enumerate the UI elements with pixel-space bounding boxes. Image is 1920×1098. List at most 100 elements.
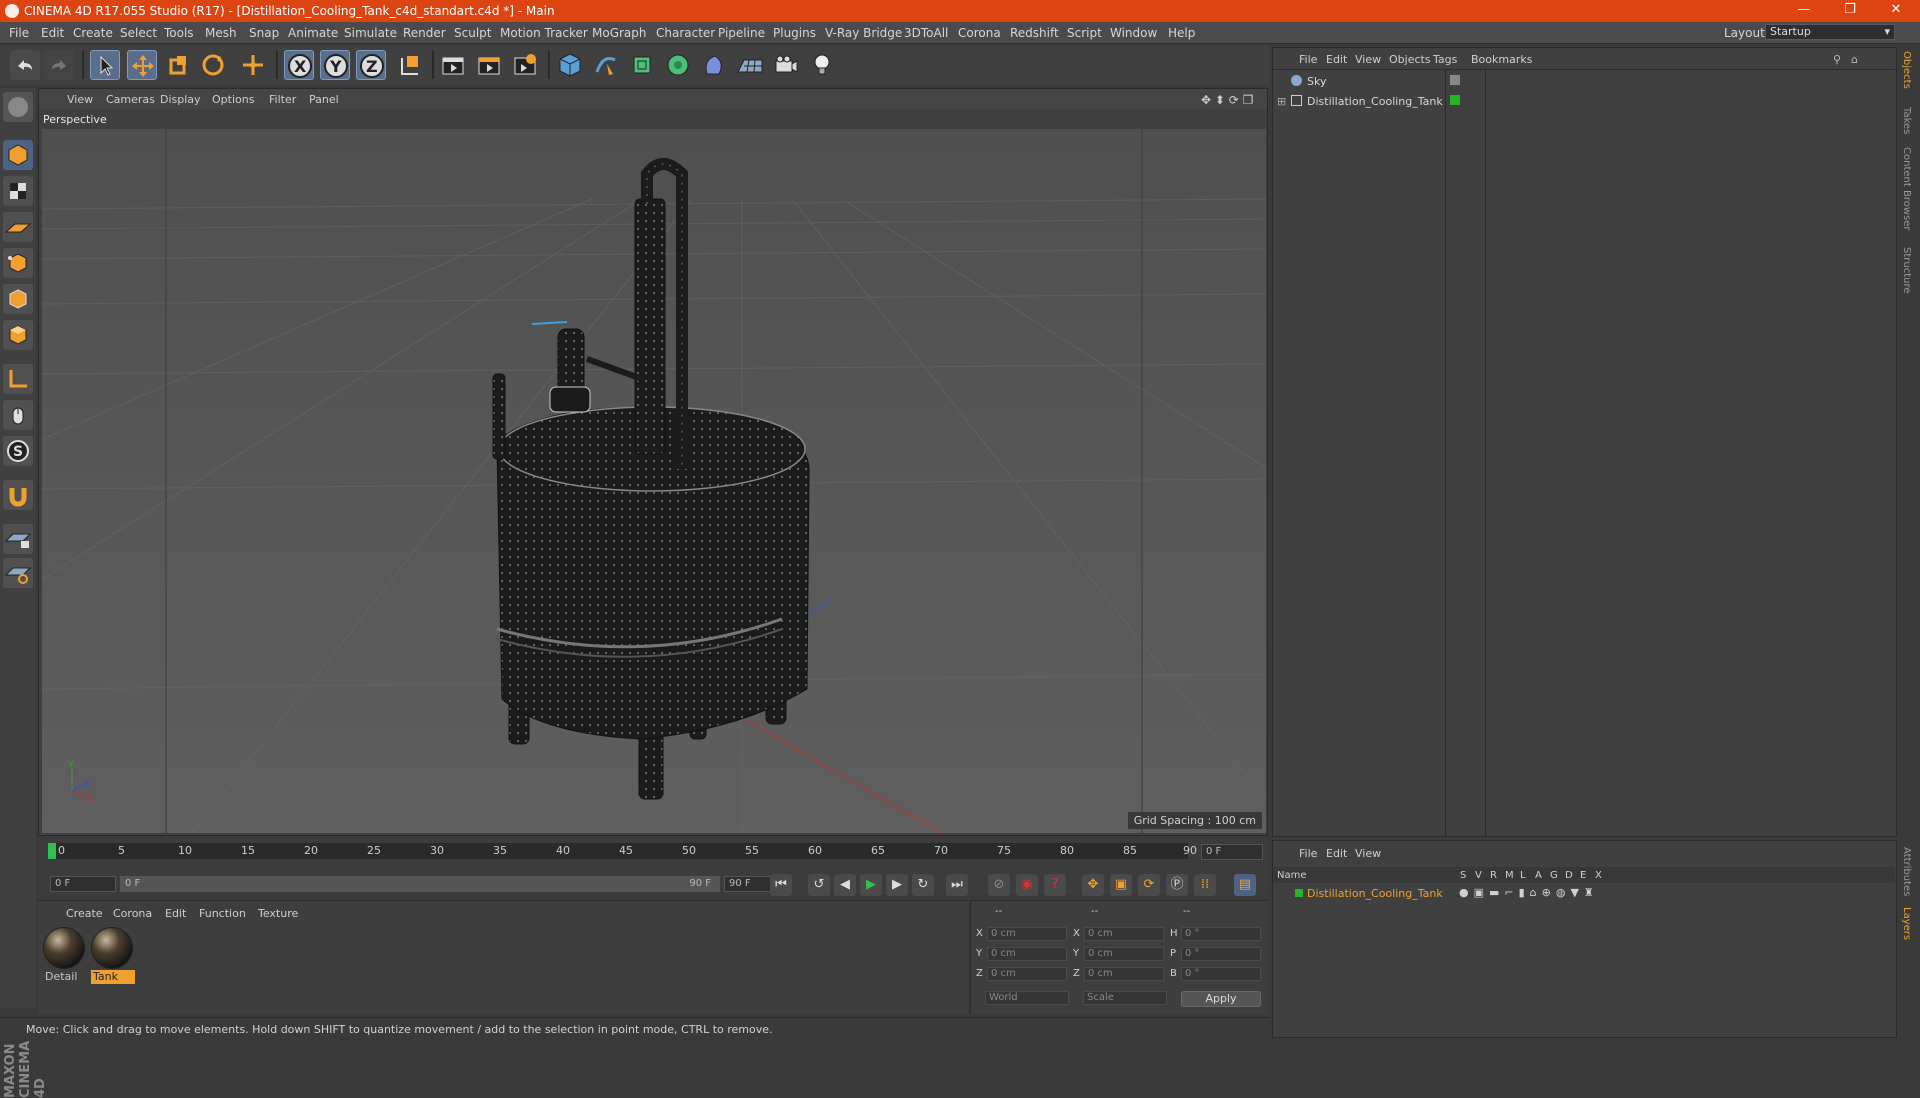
cube-primitive-icon[interactable] [555,50,585,80]
deformer-icon[interactable] [699,50,729,80]
render-view-icon[interactable] [438,50,468,80]
viewport-menu-display[interactable]: Display [160,93,201,106]
menu-character[interactable]: Character [656,26,715,40]
subdivision-surface-icon[interactable] [627,50,657,80]
light-bulb-icon[interactable] [807,50,837,80]
tab-structure[interactable]: Structure [1901,247,1912,294]
select-arrow-icon[interactable] [90,50,120,80]
menu-plugins[interactable]: Plugins [773,26,816,40]
material-menu-corona[interactable]: Corona [113,907,152,920]
position-z-field[interactable]: 0 cm [987,967,1067,981]
x-axis-lock-icon[interactable]: X [284,50,314,80]
camera-icon[interactable] [771,50,801,80]
next-key-icon[interactable]: ↻ [912,874,934,896]
record-keys-icon[interactable]: ⊘ [988,874,1010,896]
polygons-mode-icon[interactable] [3,320,33,350]
render-picture-viewer-icon[interactable] [474,50,504,80]
layout-dropdown[interactable]: Startup ▾ [1765,24,1895,40]
menu-render[interactable]: Render [403,26,446,40]
frame-range-slider[interactable]: 0 F 90 F [120,876,720,892]
coordinate-system-icon[interactable] [394,50,424,80]
menu-pipeline[interactable]: Pipeline [718,26,765,40]
close-button[interactable]: ✕ [1878,2,1914,20]
object-row-sky[interactable]: Sky [1273,73,1895,91]
timeline-window-icon[interactable]: ▤ [1234,874,1256,896]
coordinate-mode-dropdown[interactable]: World [985,991,1069,1005]
key-rotation-icon[interactable]: ⟳ [1138,874,1160,896]
material-menu-edit[interactable]: Edit [165,907,186,920]
restore-button[interactable]: ❐ [1832,2,1868,20]
edges-mode-icon[interactable] [3,284,33,314]
material-menu-function[interactable]: Function [199,907,246,920]
spline-pen-icon[interactable] [591,50,621,80]
key-pla-icon[interactable]: ⁞⁞ [1194,874,1216,896]
points-mode-icon[interactable] [3,248,33,278]
redo-icon[interactable] [44,50,74,80]
play-icon[interactable]: ▶ [860,874,882,896]
tab-content-browser[interactable]: Content Browser [1901,147,1912,230]
start-frame-field[interactable]: 0 F [50,876,116,892]
viewport-menu-options[interactable]: Options [212,93,254,106]
menu-redshift[interactable]: Redshift [1010,26,1059,40]
menu-edit[interactable]: Edit [41,26,64,40]
material-menu-texture[interactable]: Texture [258,907,298,920]
move-tool-icon[interactable] [127,50,157,80]
material-swatch-tank[interactable]: Tank [91,927,135,987]
3d-viewport[interactable]: Y X Z Grid Spacing : 100 cm [42,129,1266,833]
search-icon[interactable]: ⚲ [1833,53,1841,66]
tab-layers[interactable]: Layers [1901,907,1912,940]
menu-window[interactable]: Window [1110,26,1157,40]
autokey-icon[interactable]: ◉ [1016,874,1038,896]
object-menu-file[interactable]: File [1299,53,1317,66]
viewport-navigate-icon[interactable]: ✥ ⬍ ⟳ ❐ [1201,93,1253,107]
minimize-button[interactable]: — [1786,2,1822,20]
menu-mesh[interactable]: Mesh [205,26,237,40]
rotation-b-field[interactable]: 0 ° [1181,967,1261,981]
menu-help[interactable]: Help [1168,26,1195,40]
visibility-icon[interactable] [1450,75,1460,85]
cloner-icon[interactable] [663,50,693,80]
previous-frame-icon[interactable]: ◀ [834,874,856,896]
size-z-field[interactable]: 0 cm [1084,967,1164,981]
rotation-p-field[interactable]: 0 ° [1181,947,1261,961]
go-to-start-icon[interactable]: ⏮ [770,874,792,896]
position-x-field[interactable]: 0 cm [987,927,1067,941]
model-mode-icon[interactable] [3,140,33,170]
menu-corona[interactable]: Corona [958,26,1001,40]
menu-mograph[interactable]: MoGraph [592,26,647,40]
expand-icon[interactable]: ⊞ [1277,95,1286,108]
layer-flags-icon[interactable]: ●▣▬⌐▮⌂⊕◍▼♜ [1459,886,1599,899]
menu-tools[interactable]: Tools [164,26,194,40]
next-frame-icon[interactable]: ▶ [886,874,908,896]
object-row-distillation-cooling-tank[interactable]: ⊞ Distillation_Cooling_Tank [1273,93,1895,111]
tab-takes[interactable]: Takes [1901,107,1912,134]
key-parameter-icon[interactable]: Ⓟ [1166,874,1188,896]
layer-menu-file[interactable]: File [1299,847,1317,860]
tab-attributes[interactable]: Attributes [1901,847,1912,896]
menu-simulate[interactable]: Simulate [344,26,397,40]
size-y-field[interactable]: 0 cm [1084,947,1164,961]
menu-3dtoall[interactable]: 3DToAll [904,26,948,40]
material-menu-create[interactable]: Create [66,907,103,920]
key-scale-icon[interactable]: ▣ [1110,874,1132,896]
menu-motion-tracker[interactable]: Motion Tracker [500,26,588,40]
y-axis-lock-icon[interactable]: Y [320,50,350,80]
axis-mode-icon[interactable] [3,364,33,394]
transform-tool-icon[interactable] [238,50,268,80]
render-settings-icon[interactable] [510,50,540,80]
apply-button[interactable]: Apply [1181,991,1261,1007]
rotate-tool-icon[interactable] [198,50,228,80]
previous-key-icon[interactable]: ↺ [808,874,830,896]
timeline-ruler[interactable]: 0 5 10 15 20 25 30 35 40 45 50 55 60 65 … [48,843,1197,859]
viewport-menu-panel[interactable]: Panel [309,93,339,106]
menu-vray-bridge[interactable]: V-Ray Bridge [825,26,902,40]
go-to-end-icon[interactable]: ⏭ [946,874,968,896]
menu-sculpt[interactable]: Sculpt [454,26,491,40]
undo-icon[interactable] [10,50,40,80]
menu-script[interactable]: Script [1067,26,1102,40]
position-y-field[interactable]: 0 cm [987,947,1067,961]
size-mode-dropdown[interactable]: Scale [1083,991,1167,1005]
playhead-marker[interactable] [48,843,56,859]
object-menu-tags[interactable]: Tags [1433,53,1457,66]
magnet-icon[interactable] [3,480,33,510]
